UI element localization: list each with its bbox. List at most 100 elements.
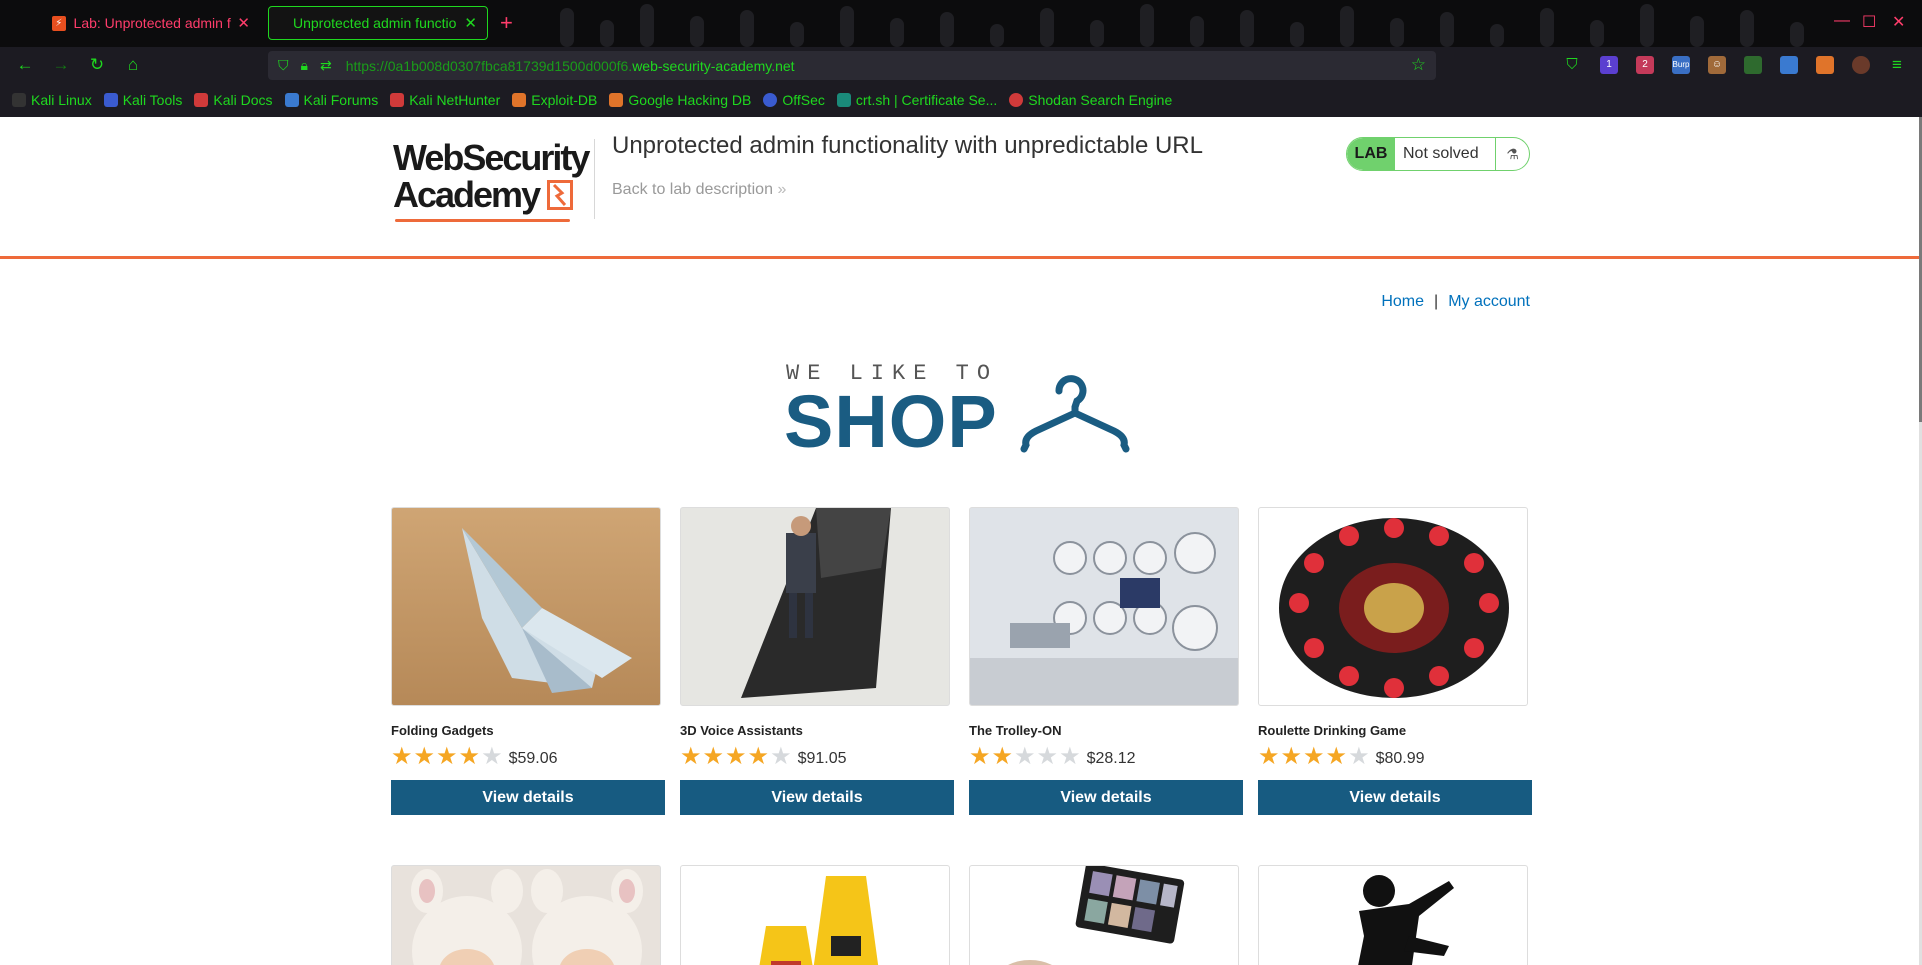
product-price: $28.12 <box>1086 749 1136 767</box>
star-filled-icon: ★ <box>413 743 436 770</box>
close-window-icon[interactable]: ✕ <box>1892 12 1905 32</box>
bookmark-star-icon[interactable]: ☆ <box>1411 55 1426 75</box>
bookmark-google-hacking-db[interactable]: Google Hacking DB <box>609 92 751 108</box>
extension-blue-icon[interactable] <box>1780 56 1798 74</box>
bookmark-kali-docs[interactable]: Kali Docs <box>194 92 273 108</box>
star-filled-icon: ★ <box>680 743 702 770</box>
star-filled-icon: ★ <box>458 743 481 770</box>
close-tab-icon[interactable]: ✕ <box>464 14 477 32</box>
shield-icon[interactable]: ⛉ <box>278 57 289 74</box>
product-price: $59.06 <box>508 749 558 767</box>
shodan-icon <box>1009 93 1024 107</box>
tab-lab-page[interactable]: Unprotected admin functio ✕ <box>268 6 488 40</box>
web-security-academy-logo[interactable]: WebSecurity Academy <box>393 139 598 229</box>
bookmark-kali-nethunter[interactable]: Kali NetHunter <box>390 92 500 108</box>
star-filled-icon: ★ <box>1280 743 1303 770</box>
lab-header: WebSecurity Academy Unprotected admin fu… <box>0 117 1919 259</box>
extension-orange-icon[interactable] <box>1816 56 1834 74</box>
view-details-button[interactable]: View details <box>969 780 1243 815</box>
product-name: The Trolley-ON <box>969 723 1062 738</box>
new-tab-icon[interactable]: + <box>500 10 513 36</box>
star-filled-icon: ★ <box>969 743 991 770</box>
star-filled-icon: ★ <box>1325 743 1348 770</box>
extension-avatar-icon[interactable]: ☺ <box>1708 56 1726 74</box>
ghdb-icon <box>609 93 624 107</box>
star-filled-icon: ★ <box>436 743 458 770</box>
tab-label: Lab: Unprotected admin fu <box>73 15 232 31</box>
lock-icon[interactable]: 🔒︎ <box>301 57 308 74</box>
product-card: 3D Voice Assistants ★ ★ ★ ★ ★ $91.05 View de… <box>680 507 954 815</box>
star-filled-icon: ★ <box>725 743 747 770</box>
url-text[interactable]: https://0a1b008d0307fbca81739d1500d000f6… <box>346 58 795 74</box>
top-navigation: Home | My account <box>1381 293 1530 311</box>
back-to-lab-description-link[interactable]: Back to lab description » <box>612 181 786 199</box>
minimize-icon[interactable]: — <box>1834 12 1850 30</box>
home-link[interactable]: Home <box>1381 293 1424 310</box>
product-rating: ★ ★ ★ ★ ★ $91.05 <box>680 744 954 770</box>
extension-green-icon[interactable] <box>1744 56 1762 74</box>
close-tab-icon[interactable]: ✕ <box>237 14 250 32</box>
forward-arrow-icon[interactable]: → <box>50 55 72 75</box>
lightning-bolt-icon <box>547 179 574 210</box>
product-price: $91.05 <box>797 749 847 767</box>
pocket-icon[interactable]: ⛉ <box>1563 56 1581 74</box>
extension-cookie-icon[interactable]: 2 <box>1636 56 1654 74</box>
bookmark-kali-forums[interactable]: Kali Forums <box>284 92 378 108</box>
hero-title: SHOP <box>784 380 998 463</box>
tab-lab-description[interactable]: ⚡ Lab: Unprotected admin fu ✕ <box>42 6 260 40</box>
kali-dragon-icon <box>12 93 26 107</box>
browser-chrome: ⚡ Lab: Unprotected admin fu ✕ Unprotecte… <box>0 0 1922 117</box>
header-divider <box>594 139 595 219</box>
logo-text-line1: WebSecurity <box>393 137 590 178</box>
lab-badge: LAB <box>1347 138 1395 170</box>
extension-badge-icon[interactable]: 1 <box>1600 56 1618 74</box>
bookmark-exploit-db[interactable]: Exploit-DB <box>512 92 597 108</box>
bookmark-offsec[interactable]: OffSec <box>763 92 825 108</box>
star-empty-icon: ★ <box>1014 743 1036 770</box>
bookmark-crt-sh[interactable]: crt.sh | Certificate Se... <box>836 92 997 108</box>
flask-icon: ⚗ <box>1495 138 1529 170</box>
product-name: 3D Voice Assistants <box>680 723 803 738</box>
product-card: The Trolley-ON ★ ★ ★ ★ ★ $28.12 View details <box>969 507 1243 815</box>
bookmark-shodan[interactable]: Shodan Search Engine <box>1009 92 1172 108</box>
view-details-button[interactable]: View details <box>1258 780 1532 815</box>
extension-gear-icon[interactable] <box>1852 56 1870 74</box>
product-card: Folding Gadgets ★ ★ ★ ★ ★ $59.06 View detail… <box>391 507 665 815</box>
product-price: $80.99 <box>1375 749 1425 767</box>
back-arrow-icon[interactable]: ← <box>14 55 36 75</box>
nethunter-icon <box>390 93 405 107</box>
star-filled-icon: ★ <box>747 743 770 770</box>
star-filled-icon: ★ <box>1303 743 1325 770</box>
burp-extension-icon[interactable]: Burp <box>1672 56 1690 74</box>
maximize-icon[interactable]: ☐ <box>1862 12 1876 32</box>
product-rating: ★ ★ ★ ★ ★ $80.99 <box>1258 744 1532 770</box>
bookmark-kali-linux[interactable]: Kali Linux <box>12 92 92 108</box>
view-details-button[interactable]: View details <box>680 780 954 815</box>
star-empty-icon: ★ <box>1036 743 1059 770</box>
reload-icon[interactable]: ↻ <box>86 55 108 75</box>
product-image-3d-voice-assistants <box>680 507 950 706</box>
product-card <box>391 865 665 965</box>
kali-tools-icon <box>103 93 118 107</box>
nav-separator: | <box>1434 293 1439 310</box>
product-image-bunny-babies <box>391 865 661 965</box>
tab-label: Unprotected admin functio <box>293 15 457 31</box>
lab-status-text: Not solved <box>1403 145 1479 162</box>
star-filled-icon: ★ <box>991 743 1014 770</box>
my-account-link[interactable]: My account <box>1448 293 1530 310</box>
exploit-db-icon <box>512 93 527 107</box>
url-bar[interactable]: ⛉ 🔒︎ ⇄ https://0a1b008d0307fbca81739d150… <box>268 51 1436 80</box>
bookmark-kali-tools[interactable]: Kali Tools <box>103 92 182 108</box>
product-name: Folding Gadgets <box>391 723 494 738</box>
star-filled-icon: ★ <box>1258 743 1280 770</box>
menu-icon[interactable]: ≡ <box>1886 55 1908 75</box>
product-card <box>680 865 954 965</box>
product-image-makeup-palette <box>969 865 1239 965</box>
view-details-button[interactable]: View details <box>391 780 665 815</box>
navigation-bar: ← → ↻ ⌂ ⛉ 🔒︎ ⇄ https://0a1b008d0307fbca8… <box>0 47 1922 83</box>
kali-forums-icon <box>284 93 299 107</box>
logo-text-line2: Academy <box>393 176 598 213</box>
home-icon[interactable]: ⌂ <box>122 55 144 75</box>
web-page: WebSecurity Academy Unprotected admin fu… <box>0 117 1919 965</box>
permissions-icon[interactable]: ⇄ <box>320 57 332 74</box>
